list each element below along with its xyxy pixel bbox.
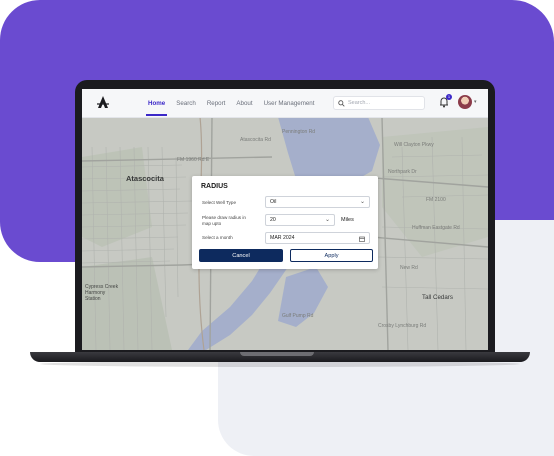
chevron-down-icon: ⌄	[359, 199, 365, 205]
app-logo-icon[interactable]	[96, 95, 110, 109]
month-value: MAR 2024	[270, 235, 295, 241]
search-placeholder: Search...	[348, 100, 371, 106]
nav-report[interactable]: Report	[207, 100, 226, 107]
radius-label: Please draw radius in map upto	[202, 215, 246, 226]
search-icon	[338, 99, 345, 107]
nav-search[interactable]: Search	[176, 100, 196, 107]
nav-home[interactable]: Home	[145, 100, 168, 116]
radius-modal: RADIUS Select Well Type Oil ⌄ Please dra…	[192, 176, 378, 269]
laptop-base-notch	[240, 352, 314, 356]
nav-about[interactable]: About	[236, 100, 252, 107]
month-picker[interactable]: MAR 2024	[265, 232, 370, 244]
avatar[interactable]	[458, 95, 472, 109]
laptop-screen: Atascocita Tall Cedars FM 1960 Rd E Atas…	[82, 89, 488, 350]
calendar-icon	[359, 236, 365, 242]
radius-select[interactable]: 20 ⌄	[265, 214, 335, 226]
chevron-down-icon[interactable]: ▾	[474, 99, 477, 105]
search-input[interactable]: Search...	[333, 96, 425, 110]
chevron-down-icon: ⌄	[324, 217, 330, 223]
notification-badge: 1	[446, 94, 452, 100]
radius-unit: Miles	[341, 217, 354, 223]
radius-value: 20	[270, 217, 276, 223]
top-navbar: Home Search Report About User Management…	[82, 89, 488, 118]
well-type-select[interactable]: Oil ⌄	[265, 196, 370, 208]
modal-title: RADIUS	[201, 183, 228, 190]
nav-links: Home Search Report About User Management	[145, 89, 315, 117]
well-type-value: Oil	[270, 199, 277, 205]
cancel-button[interactable]: Cancel	[199, 249, 283, 262]
nav-user-management[interactable]: User Management	[264, 100, 315, 107]
apply-button[interactable]: Apply	[290, 249, 373, 262]
well-type-label: Select Well Type	[202, 200, 237, 205]
month-label: Select a month	[202, 235, 233, 240]
